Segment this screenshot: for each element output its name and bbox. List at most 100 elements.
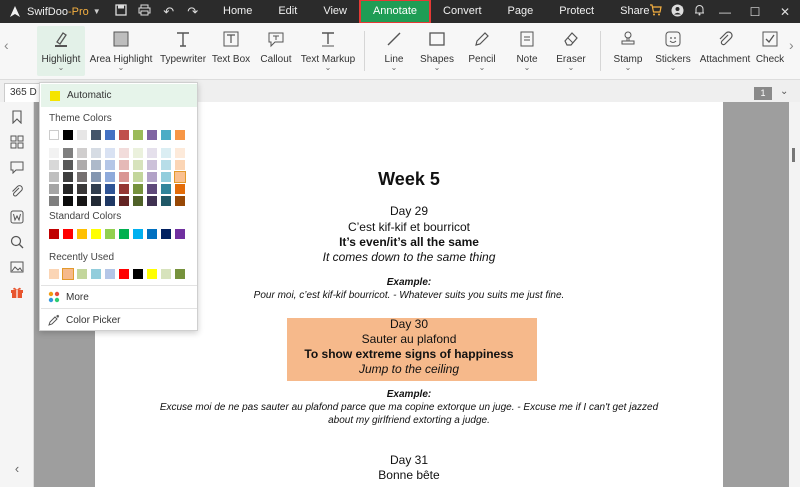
- word-icon[interactable]: [9, 209, 25, 225]
- recent-color-swatch[interactable]: [119, 269, 129, 279]
- theme-shade-swatch[interactable]: [105, 160, 115, 170]
- cart-icon[interactable]: [644, 4, 666, 19]
- tool-stamp[interactable]: Stamp ⌄: [612, 26, 644, 76]
- theme-shade-swatch[interactable]: [91, 196, 101, 206]
- vertical-scrollbar[interactable]: [789, 102, 800, 487]
- notification-bell-icon[interactable]: [688, 4, 710, 19]
- theme-shade-swatch[interactable]: [77, 160, 87, 170]
- automatic-color-option[interactable]: Automatic: [41, 84, 197, 107]
- menu-home[interactable]: Home: [210, 0, 265, 23]
- scrollbar-thumb[interactable]: [792, 148, 795, 162]
- gift-icon[interactable]: [9, 284, 25, 300]
- print-icon[interactable]: [137, 4, 153, 19]
- image-icon[interactable]: [9, 259, 25, 275]
- theme-shade-swatch[interactable]: [49, 184, 59, 194]
- theme-shade-swatch[interactable]: [174, 171, 186, 183]
- tool-text-box[interactable]: Text Box: [210, 26, 252, 76]
- theme-color-swatch[interactable]: [119, 130, 129, 140]
- tool-stickers[interactable]: Stickers ⌄: [655, 26, 691, 76]
- menu-protect[interactable]: Protect: [546, 0, 607, 23]
- theme-shade-swatch[interactable]: [105, 196, 115, 206]
- tool-text-markup[interactable]: Text Markup ⌄: [300, 26, 356, 76]
- theme-color-swatch[interactable]: [175, 130, 185, 140]
- pencil-dropdown-chevron-icon[interactable]: ⌄: [479, 64, 486, 72]
- tool-check[interactable]: Check: [756, 26, 784, 76]
- theme-shade-swatch[interactable]: [161, 172, 171, 182]
- line-dropdown-chevron-icon[interactable]: ⌄: [391, 64, 398, 72]
- theme-shade-swatch[interactable]: [77, 184, 87, 194]
- document-tab[interactable]: 365 D: [4, 83, 43, 102]
- tool-callout[interactable]: Callout: [257, 26, 295, 76]
- theme-shade-swatch[interactable]: [119, 160, 129, 170]
- theme-color-swatch[interactable]: [133, 130, 143, 140]
- theme-shade-swatch[interactable]: [77, 148, 87, 158]
- eraser-dropdown-chevron-icon[interactable]: ⌄: [568, 64, 575, 72]
- theme-shade-swatch[interactable]: [105, 184, 115, 194]
- theme-shade-swatch[interactable]: [133, 172, 143, 182]
- theme-shade-swatch[interactable]: [147, 196, 157, 206]
- theme-shade-swatch[interactable]: [91, 160, 101, 170]
- standard-color-swatch[interactable]: [175, 229, 185, 239]
- recent-color-swatch[interactable]: [62, 268, 74, 280]
- theme-shade-swatch[interactable]: [133, 160, 143, 170]
- theme-shade-swatch[interactable]: [119, 172, 129, 182]
- color-picker-option[interactable]: Color Picker: [48, 314, 120, 326]
- standard-color-swatch[interactable]: [133, 229, 143, 239]
- theme-shade-swatch[interactable]: [133, 148, 143, 158]
- theme-shade-swatch[interactable]: [175, 160, 185, 170]
- highlight-dropdown-chevron-icon[interactable]: ⌄: [58, 64, 65, 72]
- shapes-dropdown-chevron-icon[interactable]: ⌄: [434, 64, 441, 72]
- menu-page[interactable]: Page: [495, 0, 547, 23]
- theme-color-swatch[interactable]: [147, 130, 157, 140]
- theme-shade-swatch[interactable]: [77, 172, 87, 182]
- theme-shade-swatch[interactable]: [161, 184, 171, 194]
- theme-shade-swatch[interactable]: [77, 196, 87, 206]
- search-icon[interactable]: [9, 234, 25, 250]
- collapse-sidebar-icon[interactable]: ‹: [9, 460, 25, 476]
- menu-edit[interactable]: Edit: [265, 0, 310, 23]
- recent-color-swatch[interactable]: [105, 269, 115, 279]
- standard-color-swatch[interactable]: [91, 229, 101, 239]
- tool-eraser[interactable]: Eraser ⌄: [554, 26, 588, 76]
- tool-highlight[interactable]: Highlight ⌄: [37, 26, 85, 76]
- tool-shapes[interactable]: Shapes ⌄: [420, 26, 454, 76]
- tool-pencil[interactable]: Pencil ⌄: [466, 26, 498, 76]
- theme-color-swatch[interactable]: [161, 130, 171, 140]
- theme-shade-swatch[interactable]: [147, 184, 157, 194]
- theme-shade-swatch[interactable]: [63, 196, 73, 206]
- theme-color-swatch[interactable]: [63, 130, 73, 140]
- theme-shade-swatch[interactable]: [161, 196, 171, 206]
- stamp-dropdown-chevron-icon[interactable]: ⌄: [625, 64, 632, 72]
- theme-shade-swatch[interactable]: [91, 172, 101, 182]
- recent-color-swatch[interactable]: [175, 269, 185, 279]
- theme-shade-swatch[interactable]: [63, 160, 73, 170]
- standard-color-swatch[interactable]: [119, 229, 129, 239]
- tool-note[interactable]: Note ⌄: [512, 26, 542, 76]
- theme-color-swatch[interactable]: [91, 130, 101, 140]
- tool-line[interactable]: Line ⌄: [380, 26, 408, 76]
- theme-shade-swatch[interactable]: [119, 148, 129, 158]
- maximize-icon[interactable]: ☐: [740, 5, 770, 19]
- menu-view[interactable]: View: [310, 0, 360, 23]
- ribbon-scroll-left-icon[interactable]: ‹: [4, 37, 9, 53]
- recent-color-swatch[interactable]: [49, 269, 59, 279]
- recent-color-swatch[interactable]: [161, 269, 171, 279]
- theme-shade-swatch[interactable]: [63, 148, 73, 158]
- ribbon-scroll-right-icon[interactable]: ›: [789, 37, 794, 53]
- undo-icon[interactable]: ↶: [161, 4, 177, 20]
- minimize-icon[interactable]: —: [710, 5, 740, 19]
- standard-color-swatch[interactable]: [77, 229, 87, 239]
- stickers-dropdown-chevron-icon[interactable]: ⌄: [670, 64, 677, 72]
- theme-shade-swatch[interactable]: [147, 148, 157, 158]
- standard-color-swatch[interactable]: [161, 229, 171, 239]
- theme-shade-swatch[interactable]: [63, 184, 73, 194]
- theme-shade-swatch[interactable]: [161, 148, 171, 158]
- theme-shade-swatch[interactable]: [175, 148, 185, 158]
- recent-color-swatch[interactable]: [133, 269, 143, 279]
- theme-shade-swatch[interactable]: [49, 172, 59, 182]
- tool-attachment[interactable]: Attachment: [699, 26, 751, 76]
- area-highlight-dropdown-chevron-icon[interactable]: ⌄: [118, 64, 125, 72]
- more-colors-option[interactable]: More: [48, 291, 89, 303]
- theme-shade-swatch[interactable]: [49, 160, 59, 170]
- recent-color-swatch[interactable]: [91, 269, 101, 279]
